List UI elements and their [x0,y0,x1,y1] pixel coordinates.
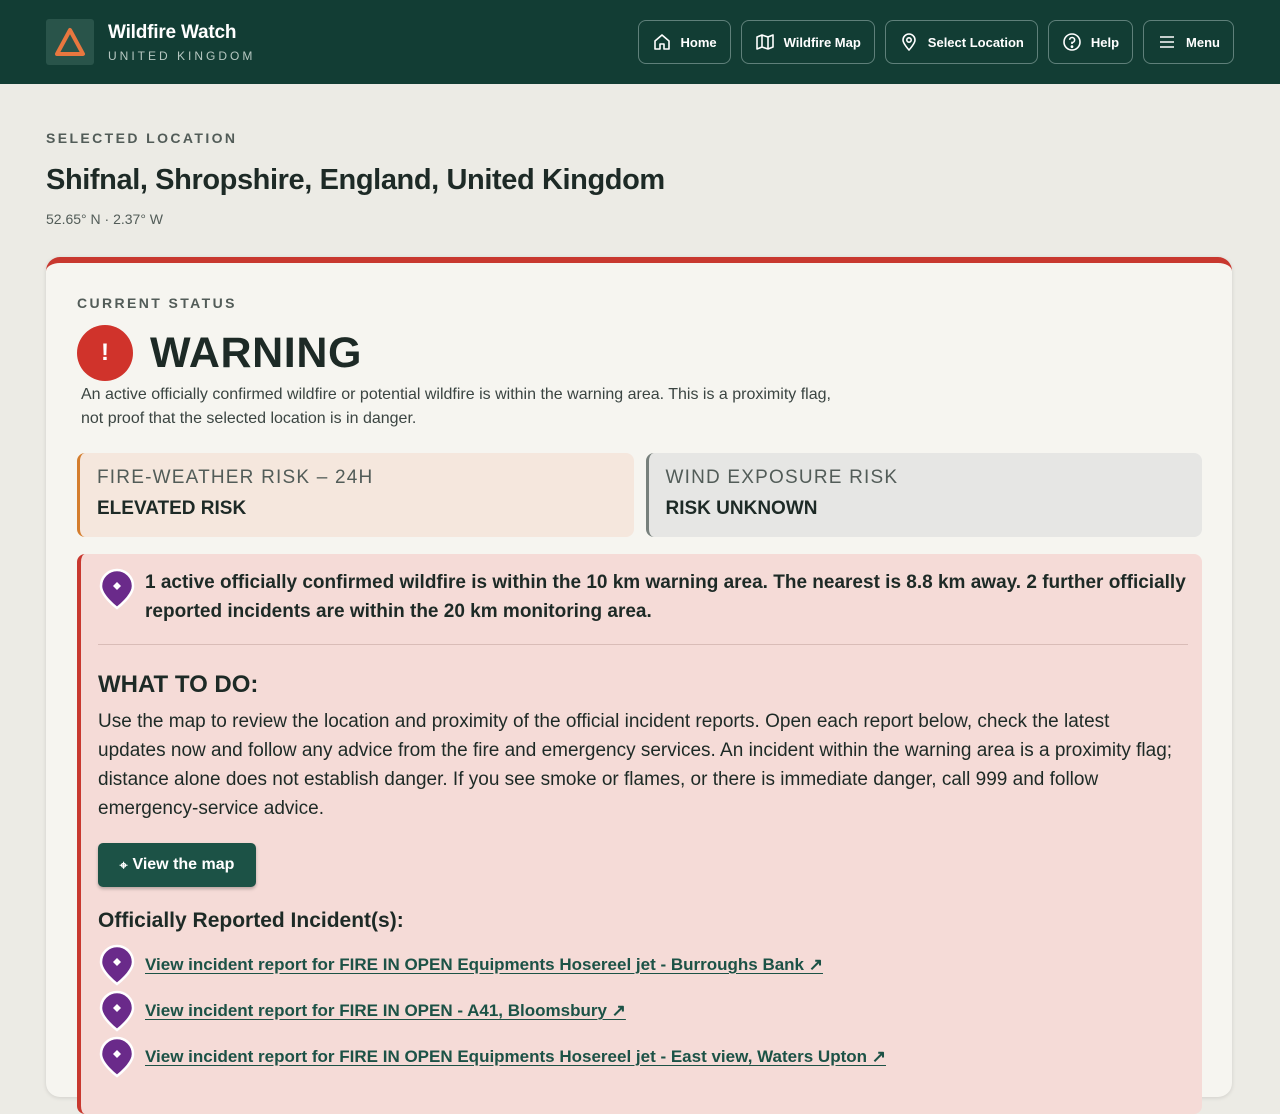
incident-pin-icon [99,1036,135,1078]
warning-details-box: 1 active officially confirmed wildfire i… [77,554,1202,1114]
map-icon [755,34,774,50]
incident-list: View incident report for FIRE IN OPEN Eq… [98,942,1188,1080]
top-bar: Wildfire Watch UNITED KINGDOM Home Wildf… [0,0,1280,84]
wildfire-map-button[interactable]: Wildfire Map [740,20,875,64]
location-coordinates: 52.65° N · 2.37° W [46,211,164,227]
list-item: View incident report for FIRE IN OPEN Eq… [98,942,1188,988]
what-to-do-heading: WHAT TO DO: [98,671,259,698]
fire-weather-risk-panel: FIRE-WEATHER RISK – 24H ELEVATED RISK [77,453,634,537]
crosshair-icon: ⌖ [119,856,128,873]
incident-report-link[interactable]: View incident report for FIRE IN OPEN Eq… [145,1047,886,1067]
brand-subtitle: UNITED KINGDOM [108,48,256,63]
main-nav: Home Wildfire Map Select Location Help M… [637,20,1234,64]
incident-summary: 1 active officially confirmed wildfire i… [145,572,1186,622]
status-description: An active officially confirmed wildfire … [81,386,831,427]
brand-title: Wildfire Watch [108,21,237,43]
list-item: View incident report for FIRE IN OPEN - … [98,988,1188,1034]
current-status-eyebrow: CURRENT STATUS [77,295,237,311]
what-to-do-text: Use the map to review the location and p… [98,711,1173,819]
incident-report-link[interactable]: View incident report for FIRE IN OPEN - … [145,1001,626,1021]
incident-pin-icon [99,568,135,610]
wind-exposure-risk-value: RISK UNKNOWN [665,498,818,519]
hamburger-icon [1160,36,1175,48]
warning-triangle-logo-icon [46,19,94,65]
status-level: WARNING [150,328,363,377]
select-location-button[interactable]: Select Location [884,20,1038,64]
menu-label: Menu [1186,34,1220,50]
home-icon [653,34,670,50]
incident-report-link[interactable]: View incident report for FIRE IN OPEN Eq… [145,955,823,975]
home-button[interactable]: Home [637,20,731,64]
incident-pin-icon [99,944,135,986]
selected-location: SELECTED LOCATION Shifnal, Shropshire, E… [0,84,1280,227]
brand[interactable]: Wildfire Watch UNITED KINGDOM [46,19,255,65]
fire-weather-risk-value: ELEVATED RISK [97,498,247,519]
view-map-label: View the map [132,856,235,873]
location-name: Shifnal, Shropshire, England, United Kin… [46,164,665,196]
view-map-button[interactable]: ⌖ View the map [98,843,256,887]
wind-exposure-risk-panel: WIND EXPOSURE RISK RISK UNKNOWN [645,453,1202,537]
help-button[interactable]: Help [1047,20,1134,64]
home-label: Home [680,34,717,50]
status-card: CURRENT STATUS ! WARNING An active offic… [46,257,1232,1114]
wildfire-map-label: Wildfire Map [783,34,861,50]
wind-exposure-risk-label: WIND EXPOSURE RISK [665,467,899,488]
location-pin-icon [901,33,916,52]
incidents-heading: Officially Reported Incident(s): [98,909,404,932]
help-icon [1063,33,1081,51]
incident-pin-icon [99,990,135,1032]
fire-weather-risk-label: FIRE-WEATHER RISK – 24H [97,467,374,488]
menu-button[interactable]: Menu [1143,20,1234,64]
help-label: Help [1090,34,1120,50]
warning-alert-icon: ! [77,325,133,381]
list-item: View incident report for FIRE IN OPEN Eq… [98,1034,1188,1080]
selected-location-eyebrow: SELECTED LOCATION [46,130,238,146]
select-location-label: Select Location [927,34,1024,50]
